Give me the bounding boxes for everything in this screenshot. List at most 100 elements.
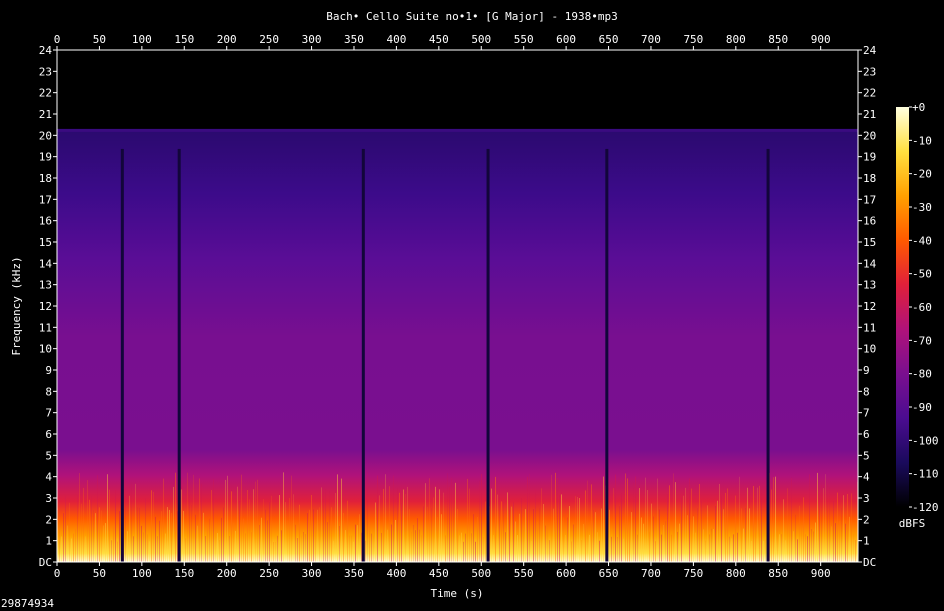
spectral-streak xyxy=(407,486,408,562)
spectral-streak xyxy=(537,521,538,562)
spectral-streak xyxy=(833,501,834,562)
spectral-streak xyxy=(811,529,812,562)
spectral-streak xyxy=(497,494,498,562)
spectral-streak xyxy=(391,524,392,562)
spectral-streak xyxy=(475,541,476,562)
spectral-streak xyxy=(213,478,214,562)
spectral-streak xyxy=(155,516,156,562)
spectral-streak xyxy=(829,487,830,562)
colorbar-tick-label: -50 xyxy=(912,268,932,281)
spectral-streak xyxy=(665,521,666,562)
spectral-streak xyxy=(195,514,196,562)
y-tick-label-left: 11 xyxy=(39,321,52,334)
spectral-streak xyxy=(383,488,384,562)
spectral-streak xyxy=(289,497,290,562)
spectral-streak xyxy=(697,508,698,562)
x-tick-label-top: 0 xyxy=(54,33,61,46)
spectral-streak xyxy=(727,488,728,562)
spectral-streak xyxy=(555,472,556,562)
spectral-streak xyxy=(431,508,432,562)
x-tick-label-bottom: 100 xyxy=(132,567,152,580)
spectral-streak xyxy=(799,505,800,562)
spectral-streak xyxy=(521,498,522,562)
spectral-streak xyxy=(675,482,676,562)
spectral-streak xyxy=(223,507,224,562)
spectral-streak xyxy=(307,513,308,562)
spectral-streak xyxy=(523,529,524,562)
spectral-streak xyxy=(345,530,346,562)
y-tick-label-right: 16 xyxy=(863,215,876,228)
spectral-streak xyxy=(225,479,226,562)
x-tick-label-top: 150 xyxy=(174,33,194,46)
x-tick-label-top: 50 xyxy=(93,33,106,46)
spectral-streak xyxy=(197,525,198,562)
spectral-streak xyxy=(561,494,562,562)
spectral-streak xyxy=(451,477,452,562)
colorbar-tick-label: -40 xyxy=(912,234,932,247)
spectral-streak xyxy=(631,512,632,562)
cutoff-band xyxy=(57,128,858,132)
spectral-streak xyxy=(165,533,166,562)
spectral-streak xyxy=(663,524,664,562)
spectral-streak xyxy=(253,489,254,562)
spectral-streak xyxy=(827,483,828,562)
colorbar-tick-label: -110 xyxy=(912,468,939,481)
spectral-streak xyxy=(329,491,330,562)
spectral-streak xyxy=(71,538,72,562)
spectral-streak xyxy=(419,529,420,562)
spectral-streak xyxy=(617,537,618,562)
spectral-streak xyxy=(793,531,794,562)
spectral-streak xyxy=(737,532,738,562)
spectral-streak xyxy=(81,503,82,562)
spectral-streak xyxy=(645,477,646,562)
spectral-streak xyxy=(67,525,68,562)
spectral-streak xyxy=(513,502,514,562)
x-axis-top: 0 50 100 150 200 250 300 350 400 450 500 550 600 650 7… xyxy=(54,33,831,50)
spectral-streak xyxy=(193,474,194,562)
spectral-streak xyxy=(483,537,484,562)
x-tick-label-bottom: 200 xyxy=(217,567,237,580)
colorbar-tick-label: -20 xyxy=(912,168,932,181)
spectral-streak xyxy=(299,504,300,562)
y-tick-label-left: 17 xyxy=(39,193,52,206)
spectral-streak xyxy=(257,479,258,562)
spectral-streak xyxy=(721,496,722,562)
spectral-streak xyxy=(237,486,238,562)
spectral-streak xyxy=(597,532,598,562)
spectral-streak xyxy=(587,480,588,562)
spectral-streak xyxy=(517,535,518,562)
x-tick-label-bottom: 250 xyxy=(259,567,279,580)
silence-gap xyxy=(177,148,181,562)
spectral-streak xyxy=(409,509,410,562)
spectral-streak xyxy=(339,525,340,562)
x-tick-label-bottom: 350 xyxy=(344,567,364,580)
spectral-streak xyxy=(69,502,70,562)
spectral-streak xyxy=(239,501,240,562)
spectral-streak xyxy=(183,510,184,562)
spectral-streak xyxy=(131,483,132,562)
spectral-streak xyxy=(229,535,230,562)
y-tick-label-right: 21 xyxy=(863,108,876,121)
spectral-streak xyxy=(533,509,534,562)
spectral-streak xyxy=(147,534,148,562)
spectral-streak xyxy=(471,533,472,562)
y-tick-label-left: 18 xyxy=(39,172,52,185)
x-tick-label-top: 350 xyxy=(344,33,364,46)
spectral-streak xyxy=(325,489,326,562)
spectral-streak xyxy=(435,486,436,562)
spectral-streak xyxy=(357,525,358,562)
y-tick-label-left: 2 xyxy=(45,513,52,526)
spectral-streak xyxy=(167,507,168,562)
spectral-streak xyxy=(529,473,530,562)
spectral-streak xyxy=(641,517,642,562)
spectral-streak xyxy=(115,490,116,562)
spectral-streak xyxy=(403,489,404,562)
spectral-streak xyxy=(797,539,798,562)
spectral-streak xyxy=(433,497,434,562)
spectral-streak xyxy=(455,482,456,562)
silence-gap xyxy=(605,148,609,562)
spectral-streak xyxy=(481,473,482,562)
spectral-streak xyxy=(729,536,730,562)
spectral-streak xyxy=(351,535,352,562)
spectral-streak xyxy=(291,475,292,562)
